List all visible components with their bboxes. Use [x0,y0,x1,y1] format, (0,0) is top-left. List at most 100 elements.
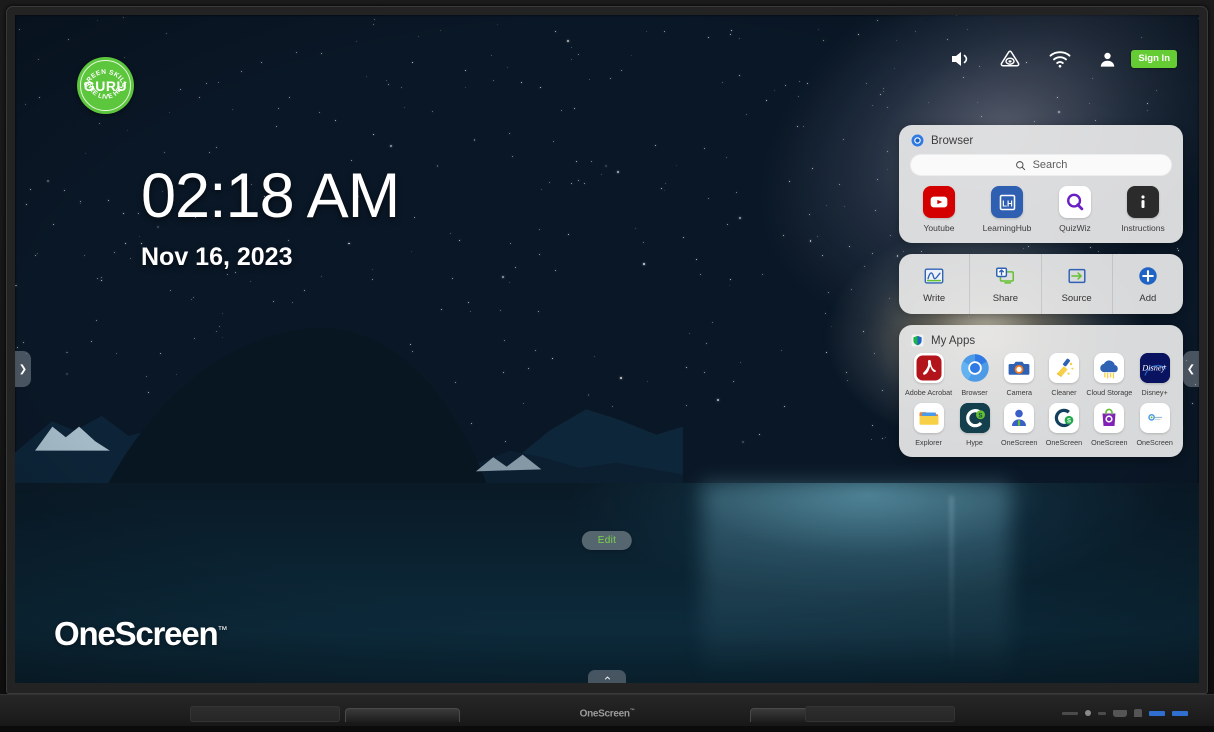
search-input[interactable]: Search [910,154,1172,176]
screen-share-icon[interactable] [998,47,1022,71]
port-small [1098,712,1106,715]
app-adobe-acrobat[interactable]: Adobe Acrobat [905,353,952,397]
chin-brand-tm: ™ [630,708,635,714]
browser-panel: Browser Search [899,125,1183,243]
quick-action-add[interactable]: Add [1113,254,1183,314]
left-edge-handle[interactable]: ❯ [15,351,31,387]
app-browser[interactable]: Browser [952,353,997,397]
cloud-storage-icon [1094,353,1124,383]
app-onescreen-person[interactable]: OneScreen [997,403,1042,447]
hdmi-port-icon [1113,710,1127,717]
usb-port-icon-2 [1172,711,1188,716]
app-label: Cleaner [1051,388,1076,397]
mount-hook-left [345,708,460,722]
app-onescreen-light[interactable]: OneScreen [1132,403,1177,447]
share-icon [994,265,1016,287]
quick-action-label: Write [923,293,945,304]
chin-brand-text: OneScreen [580,708,630,719]
svg-text:S: S [978,413,982,420]
app-youtube[interactable]: Youtube [905,186,973,233]
search-placeholder: Search [1033,159,1068,171]
app-label: OneScreen [1091,438,1127,447]
svg-text:S: S [1067,419,1071,425]
speaker-grille-right [805,706,955,722]
browser-icon [960,353,990,383]
shield-apps-icon [911,334,924,347]
my-apps-header: My Apps [899,325,1183,351]
display-device: SCREEN SKILLS FREE LIVE HELP GURU 02:18 … [0,0,1214,732]
app-label: Instructions [1121,223,1164,233]
explorer-icon [914,403,944,433]
app-label: LearningHub [983,223,1032,233]
clock-time: 02:18 AM [141,165,399,228]
app-disney-plus[interactable]: Disney + Disney+ [1132,353,1177,397]
app-quizwiz[interactable]: QuizWiz [1041,186,1109,233]
display-bezel: SCREEN SKILLS FREE LIVE HELP GURU 02:18 … [6,6,1208,694]
wifi-icon[interactable] [1048,47,1072,71]
onescreen-watermark: OneScreen™ [54,615,226,653]
side-panels: Browser Search [899,125,1183,468]
camera-icon [1004,353,1034,383]
app-label: Disney+ [1142,388,1168,397]
app-camera[interactable]: Camera [997,353,1042,397]
onescreen-s-icon: S [1049,403,1079,433]
edit-button[interactable]: Edit [582,531,632,550]
browser-panel-title: Browser [931,135,973,147]
app-label: Camera [1006,388,1032,397]
bottom-drawer-handle[interactable] [588,670,626,683]
learninghub-icon: LH [991,186,1023,218]
app-onescreen-s[interactable]: S OneScreen [1042,403,1087,447]
write-icon [923,265,945,287]
app-label: Adobe Acrobat [905,388,952,397]
my-apps-title: My Apps [931,335,975,347]
clock-widget: 02:18 AM Nov 16, 2023 [141,165,399,272]
app-label: Browser [961,388,987,397]
left-chevron-icon: ❯ [19,364,27,375]
quick-action-share[interactable]: Share [970,254,1041,314]
quick-action-source[interactable]: Source [1042,254,1113,314]
sign-in-button[interactable]: Sign In [1131,50,1177,68]
app-hype[interactable]: S Hype [952,403,997,447]
svg-text:Disney: Disney [1141,364,1165,373]
ethernet-port-icon [1134,709,1142,717]
hype-icon: S [960,403,990,433]
screen: SCREEN SKILLS FREE LIVE HELP GURU 02:18 … [15,15,1199,683]
disney-plus-icon: Disney + [1140,353,1170,383]
quick-action-label: Share [993,293,1018,304]
app-label: Hype [966,438,983,447]
watermark-tm: ™ [217,625,226,636]
app-cleaner[interactable]: Cleaner [1042,353,1087,397]
source-icon [1066,265,1088,287]
onescreen-person-icon [1004,403,1034,433]
app-cloud-storage[interactable]: Cloud Storage [1086,353,1132,397]
person-icon[interactable] [1098,50,1117,69]
quick-action-label: Source [1062,293,1092,304]
app-label: OneScreen [1136,438,1172,447]
adobe-acrobat-icon [914,353,944,383]
app-label: Cloud Storage [1086,388,1132,397]
app-onescreen-store[interactable]: OneScreen [1086,403,1132,447]
svg-text:+: + [1163,364,1167,371]
app-explorer[interactable]: Explorer [905,403,952,447]
my-apps-grid: Adobe Acrobat [899,351,1183,447]
quick-action-write[interactable]: Write [899,254,970,314]
port-line [1062,712,1078,715]
app-label: Youtube [924,223,955,233]
right-edge-handle[interactable]: ❮ [1183,351,1199,387]
mountain-silhouette [15,309,683,509]
app-instructions[interactable]: Instructions [1109,186,1177,233]
app-label: OneScreen [1001,438,1037,447]
browser-icon [911,134,924,147]
guru-badge[interactable]: SCREEN SKILLS FREE LIVE HELP GURU [77,57,134,114]
right-chevron-icon: ❮ [1187,364,1195,375]
app-learninghub[interactable]: LH LearningHub [973,186,1041,233]
power-indicator [1085,710,1091,716]
add-icon [1137,265,1159,287]
volume-icon[interactable] [948,47,972,71]
app-label: QuizWiz [1059,223,1091,233]
speaker-grille-left [190,706,340,722]
my-apps-panel: My Apps Adobe Acrobat [899,325,1183,457]
quizwiz-icon [1059,186,1091,218]
onescreen-light-icon [1140,403,1170,433]
browser-panel-header: Browser [899,125,1183,151]
